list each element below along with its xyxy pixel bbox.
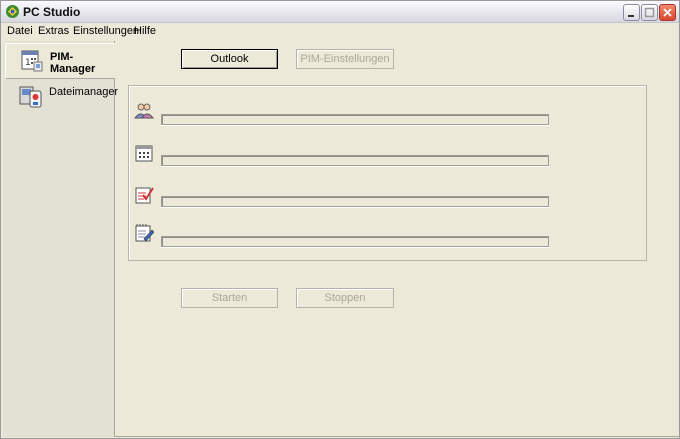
calendar-icon — [135, 145, 153, 162]
app-window: PC Studio Datei Extras Einstellungen Hil… — [0, 0, 680, 439]
sidebar-item-label: PIM-Manager — [50, 51, 96, 75]
file-manager-icon — [19, 86, 42, 108]
bottom-divider — [115, 436, 680, 437]
sync-group — [128, 85, 647, 261]
contacts-progress-bar — [161, 114, 549, 125]
close-icon — [663, 8, 672, 17]
svg-text:1: 1 — [25, 58, 31, 68]
pim-settings-button[interactable]: PIM-Einstellungen — [296, 49, 394, 69]
menu-hilfe[interactable]: Hilfe — [134, 25, 156, 37]
notes-progress-bar — [161, 236, 549, 247]
sidebar-item-pim-manager[interactable]: 1 PIM-Manager — [5, 43, 115, 79]
calendar-progress-bar — [161, 155, 549, 166]
menu-bar: Datei Extras Einstellungen Hilfe — [1, 23, 679, 40]
pc-studio-logo-icon — [6, 5, 19, 18]
close-button[interactable] — [659, 4, 676, 21]
outlook-button[interactable]: Outlook — [181, 49, 278, 69]
maximize-button[interactable] — [641, 4, 658, 21]
title-bar[interactable]: PC Studio — [1, 1, 679, 23]
tasks-progress-bar — [161, 196, 549, 207]
contacts-icon — [134, 103, 154, 119]
tasks-icon — [135, 187, 154, 204]
pim-manager-icon: 1 — [21, 50, 43, 72]
notes-icon — [135, 224, 154, 242]
maximize-icon — [644, 7, 655, 18]
menu-datei[interactable]: Datei — [7, 25, 33, 37]
menu-einstellungen[interactable]: Einstellungen — [73, 25, 139, 37]
start-button[interactable]: Starten — [181, 288, 278, 308]
stop-button[interactable]: Stoppen — [296, 288, 394, 308]
menu-extras[interactable]: Extras — [38, 25, 69, 37]
window-title: PC Studio — [23, 5, 81, 19]
minimize-icon — [628, 15, 634, 17]
minimize-button[interactable] — [623, 4, 640, 21]
sidebar-item-label: Dateimanager — [49, 86, 119, 98]
sidebar: 1 PIM-Manager Dateimanager — [3, 41, 119, 437]
sidebar-item-dateimanager[interactable]: Dateimanager — [5, 79, 119, 115]
